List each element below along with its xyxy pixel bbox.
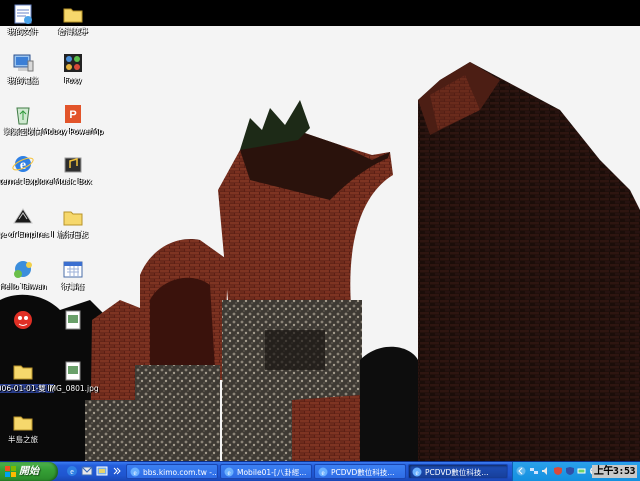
quick-launch-outlook-icon[interactable] [81, 465, 93, 477]
folder-icon [63, 211, 83, 226]
calendar-icon [63, 261, 83, 278]
internet-explorer-icon: e [130, 467, 140, 477]
start-button[interactable]: 開始 [0, 462, 58, 481]
folder-icon [13, 416, 33, 431]
task-button-pcdvd-1[interactable]: e PCDVD數位科技... [314, 464, 406, 479]
shield-icon[interactable] [553, 466, 563, 476]
clock[interactable]: 上午3:53 [591, 465, 637, 478]
quick-launch-show-desktop-icon[interactable] [96, 465, 108, 477]
desktop-icon-foxy[interactable]: Foxy [42, 51, 104, 85]
powermp-icon: P [65, 105, 81, 123]
security-icon[interactable] [565, 466, 575, 476]
desktop-icon-img-0801[interactable]: IMG_0801.jpg [42, 359, 104, 393]
desktop-icon-powermp[interactable]: P Moboy PowerMp... [42, 102, 104, 136]
network-icon[interactable] [529, 466, 539, 476]
age-of-empires-icon [13, 208, 33, 224]
system-tray: 上午3:53 [512, 462, 640, 481]
internet-explorer-icon: e [12, 156, 34, 173]
taskbar: 開始 e e bbs.kimo.com.tw -... e Mobile01-[… [0, 461, 640, 481]
chevron-left-icon[interactable] [516, 466, 526, 476]
network-icon [14, 261, 32, 278]
start-label: 開始 [19, 466, 39, 477]
svg-text:e: e [227, 469, 230, 477]
svg-text:e: e [133, 469, 136, 477]
svg-text:e: e [70, 467, 74, 476]
battery-icon[interactable] [577, 466, 587, 476]
character-icon [14, 311, 32, 329]
music-box-icon [64, 157, 82, 173]
folder-icon [13, 365, 33, 380]
windows-logo-icon [5, 466, 16, 477]
internet-explorer-icon: e [412, 467, 422, 477]
desktop-icon-taiwan-folder[interactable]: 台灣競爭 [42, 2, 104, 36]
desktop-icon-peninsula-trip[interactable]: 半島之旅 [0, 410, 54, 444]
quick-launch-ie-icon[interactable]: e [66, 465, 78, 477]
internet-explorer-icon: e [224, 467, 234, 477]
task-button-mobile01[interactable]: e Mobile01-[八卦經... [220, 464, 312, 479]
desktop-icon-travel-diary[interactable]: 旅行日記 [42, 205, 104, 239]
svg-text:P: P [69, 109, 76, 121]
desktop-icon-music-box[interactable]: Music Box [42, 152, 104, 186]
recycle-bin-icon [16, 107, 30, 125]
foxy-icon [64, 54, 82, 72]
task-button-kimo[interactable]: e bbs.kimo.com.tw -... [126, 464, 218, 479]
desktop[interactable]: 我的文件 我的電腦 資源回收筒 e Internet Explorer Age … [0, 0, 640, 461]
volume-icon[interactable] [541, 466, 551, 476]
image-file-icon [65, 310, 81, 330]
my-documents-icon [14, 4, 32, 24]
svg-text:e: e [321, 469, 324, 477]
image-file-icon [65, 361, 81, 381]
my-computer-icon [13, 54, 34, 72]
desktop-icon-image-shortcut[interactable] [42, 308, 104, 333]
quick-launch-more-icon[interactable] [111, 465, 123, 477]
internet-explorer-icon: e [318, 467, 328, 477]
task-button-pcdvd-2[interactable]: e PCDVD數位科技... [408, 464, 508, 479]
desktop-icon-calendar[interactable]: 行事曆 [42, 257, 104, 291]
svg-text:e: e [415, 469, 418, 477]
folder-icon [63, 8, 83, 23]
